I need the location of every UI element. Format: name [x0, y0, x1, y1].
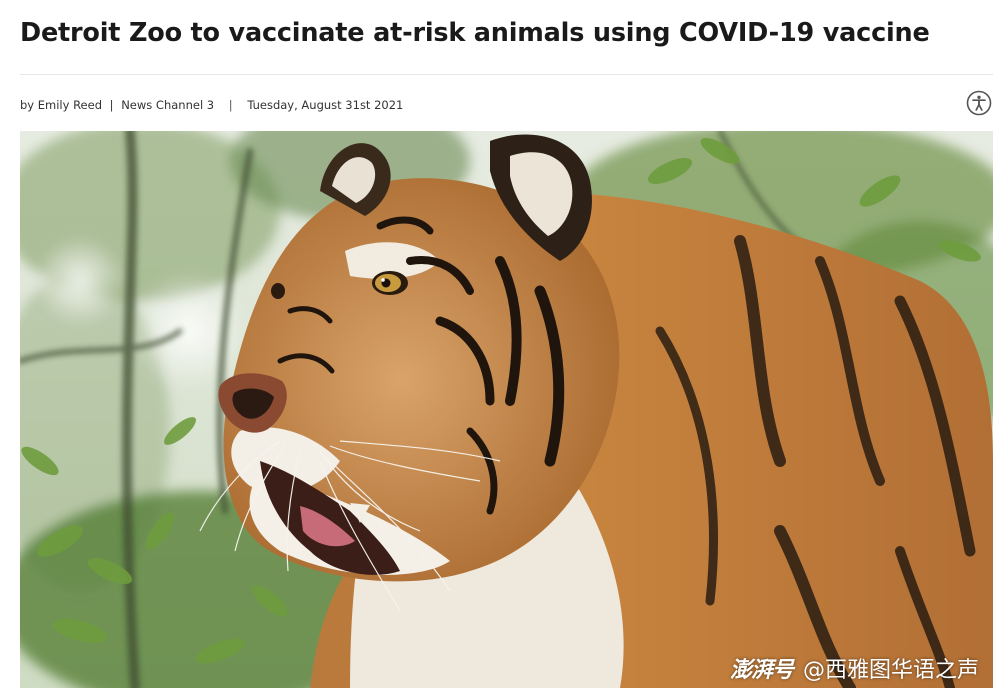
hero-image: 澎湃号 @西雅图华语之声 — [20, 131, 993, 688]
byline-source[interactable]: News Channel 3 — [121, 98, 214, 112]
header-divider — [20, 74, 993, 75]
watermark-account: @西雅图华语之声 — [802, 658, 979, 683]
article-headline: Detroit Zoo to vaccinate at-risk animals… — [20, 18, 930, 48]
accessibility-button[interactable] — [966, 90, 992, 116]
article-byline: by Emily Reed | News Channel 3 | Tuesday… — [20, 98, 403, 112]
date-separator: | — [228, 98, 233, 112]
accessibility-icon — [966, 90, 992, 116]
article-date: Tuesday, August 31st 2021 — [247, 98, 404, 112]
article-page: Detroit Zoo to vaccinate at-risk animals… — [0, 0, 997, 688]
watermark-logo: 澎湃号 — [729, 658, 794, 683]
tiger-photo — [20, 131, 993, 688]
byline-author[interactable]: by Emily Reed — [20, 98, 102, 112]
image-watermark: 澎湃号 @西雅图华语之声 — [730, 652, 979, 684]
byline-separator: | — [109, 98, 114, 112]
